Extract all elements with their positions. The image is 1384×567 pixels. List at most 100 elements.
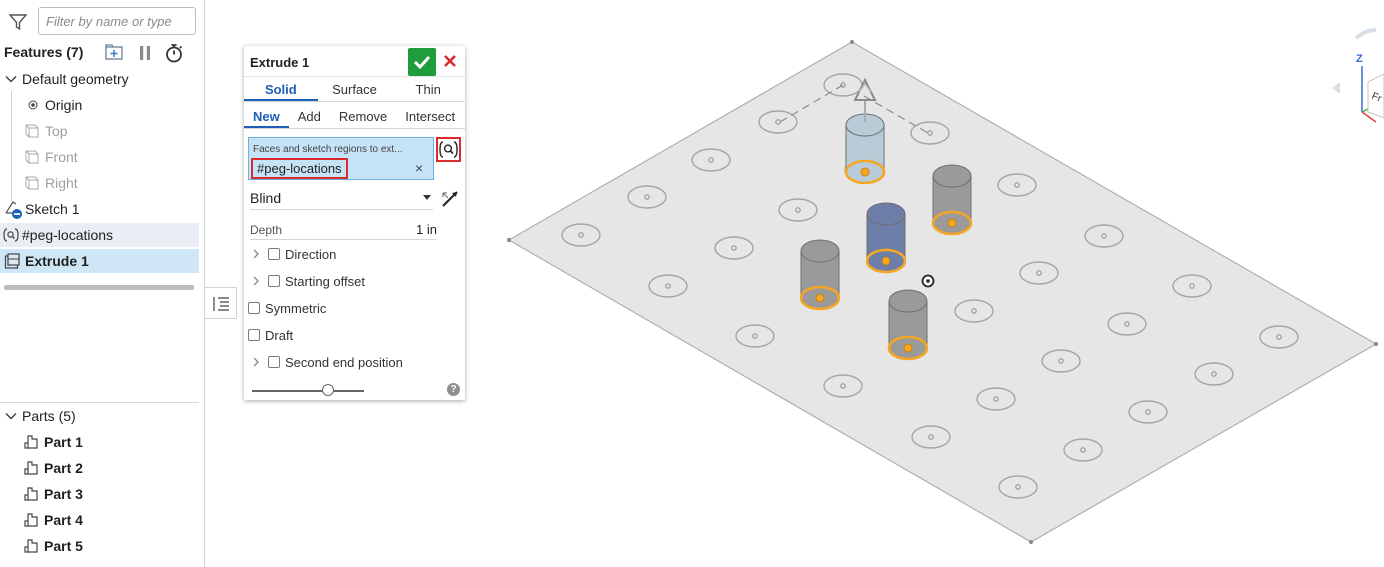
tree-item-top-plane[interactable]: Top — [0, 119, 199, 143]
direction-checkbox[interactable] — [268, 248, 280, 260]
chevron-right-icon[interactable] — [250, 248, 262, 260]
second-end-checkbox[interactable] — [268, 356, 280, 368]
peg-part[interactable] — [865, 202, 907, 274]
opposite-direction-button[interactable] — [440, 187, 462, 209]
region-center-dot — [860, 167, 870, 177]
stopwatch-icon[interactable] — [163, 42, 185, 64]
cancel-button[interactable] — [440, 51, 460, 71]
tree-item-extrude-1[interactable]: Extrude 1 — [0, 249, 199, 273]
part-item[interactable]: Part 5 — [0, 534, 199, 558]
part-item[interactable]: Part 3 — [0, 482, 199, 506]
tree-item-label: #peg-locations — [22, 227, 114, 243]
tree-item-sketch-1[interactable]: Sketch 1 — [0, 197, 199, 221]
parts-title: Parts (5) — [22, 408, 76, 424]
part-item[interactable]: Part 2 — [0, 456, 199, 480]
part-icon — [24, 435, 38, 449]
chevron-down-icon[interactable] — [4, 72, 18, 86]
rollback-slider-handle[interactable] — [322, 384, 334, 396]
query-icon — [439, 141, 458, 158]
filter-input[interactable] — [38, 7, 196, 35]
draft-checkbox[interactable] — [248, 329, 260, 341]
peg-part[interactable] — [799, 239, 841, 311]
tree-item-front-plane[interactable]: Front — [0, 145, 199, 169]
peg-top-face[interactable] — [932, 164, 972, 188]
end-type-dropdown[interactable]: Blind — [250, 188, 433, 210]
second-end-option[interactable]: Second end position — [250, 352, 403, 372]
horizontal-scrollbar[interactable] — [4, 285, 194, 290]
tree-item-default-geometry[interactable]: Default geometry — [0, 67, 199, 91]
symmetric-checkbox[interactable] — [248, 302, 260, 314]
rollback-slider-track[interactable] — [252, 390, 364, 392]
region-center-dot — [881, 256, 891, 266]
op-remove[interactable]: Remove — [330, 105, 396, 128]
query-variable-button[interactable] — [436, 137, 461, 162]
starting-offset-label: Starting offset — [285, 273, 365, 289]
feature-list-panel: Features (7) Default geometry Origin Top… — [0, 0, 205, 567]
tree-item-right-plane[interactable]: Right — [0, 171, 199, 195]
part-icon — [24, 513, 38, 527]
base-plate[interactable] — [507, 41, 1378, 543]
creation-type-tabs: Solid Surface Thin — [244, 76, 465, 102]
peg-part[interactable] — [887, 289, 929, 361]
second-end-label: Second end position — [285, 354, 403, 370]
tree-item-label: Default geometry — [22, 71, 129, 87]
part-icon — [24, 487, 38, 501]
starting-offset-checkbox[interactable] — [268, 275, 280, 287]
tree-item-origin[interactable]: Origin — [0, 93, 199, 117]
tree-item-peg-locations-query[interactable]: #peg-locations — [0, 223, 199, 247]
peg-top-face[interactable] — [888, 289, 928, 313]
peg-top-face[interactable] — [800, 239, 840, 263]
tab-surface[interactable]: Surface — [318, 77, 392, 101]
draft-label: Draft — [265, 327, 294, 343]
op-intersect[interactable]: Intersect — [396, 105, 464, 128]
tab-solid[interactable]: Solid — [244, 77, 318, 101]
part-label: Part 1 — [44, 434, 83, 450]
parts-header[interactable]: Parts (5) — [0, 404, 199, 428]
accept-button[interactable] — [408, 48, 436, 76]
peg-part[interactable] — [931, 164, 973, 236]
direction-option[interactable]: Direction — [250, 244, 336, 264]
peg-part[interactable] — [844, 113, 886, 185]
plane-icon — [25, 150, 39, 164]
symmetric-option[interactable]: Symmetric — [248, 298, 326, 318]
flip-direction-icon — [442, 191, 458, 207]
view-cube-z-label: Z — [1356, 53, 1363, 65]
extrude-dialog: Extrude 1 Solid Surface Thin New Add Rem… — [244, 46, 465, 400]
extrude-icon — [4, 253, 20, 269]
starting-offset-option[interactable]: Starting offset — [250, 271, 365, 291]
pause-icon[interactable] — [134, 42, 156, 64]
part-item[interactable]: Part 4 — [0, 508, 199, 532]
part-item[interactable]: Part 1 — [0, 430, 199, 454]
sketch-icon — [5, 201, 22, 219]
draft-option[interactable]: Draft — [248, 325, 293, 345]
symmetric-label: Symmetric — [265, 300, 327, 316]
op-add[interactable]: Add — [289, 105, 330, 128]
op-new[interactable]: New — [244, 105, 289, 128]
direction-label: Direction — [285, 246, 337, 262]
selection-chip-peg-locations[interactable]: #peg-locations — [251, 158, 348, 179]
depth-field[interactable]: Depth 1 in — [250, 220, 437, 240]
depth-label: Depth — [250, 223, 283, 237]
part-label: Part 4 — [44, 512, 83, 528]
chevron-right-icon[interactable] — [250, 356, 262, 368]
tree-item-label: Top — [45, 123, 68, 139]
tree-item-label: Extrude 1 — [25, 253, 89, 269]
region-center-dot — [903, 343, 913, 353]
plane-icon — [25, 124, 39, 138]
peg-top-face[interactable] — [866, 202, 906, 226]
chevron-down-icon[interactable] — [4, 409, 18, 423]
help-icon[interactable]: ? — [447, 383, 460, 396]
query-icon — [3, 228, 19, 242]
region-center-dot — [947, 218, 957, 228]
part-icon — [24, 539, 38, 553]
clear-selection-button[interactable]: × — [415, 160, 423, 176]
chevron-right-icon[interactable] — [250, 275, 262, 287]
pivot-marker-icon[interactable] — [921, 274, 935, 288]
faces-selection-field[interactable]: Faces and sketch regions to ext... #peg-… — [248, 137, 434, 180]
add-folder-icon[interactable] — [103, 42, 125, 64]
view-cube[interactable]: Z Fr — [1332, 28, 1384, 123]
filter-icon[interactable] — [8, 12, 28, 32]
plane-icon — [25, 176, 39, 190]
depth-value[interactable]: 1 in — [416, 222, 437, 237]
tab-thin[interactable]: Thin — [391, 77, 465, 101]
